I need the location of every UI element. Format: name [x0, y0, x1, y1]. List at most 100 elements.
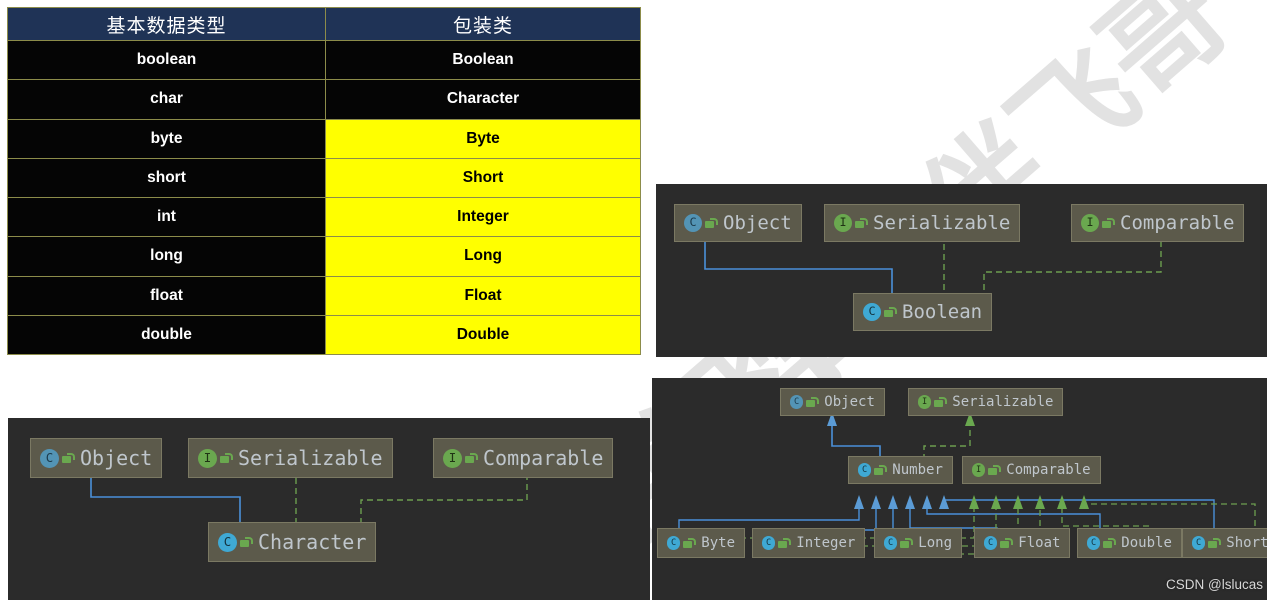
- public-lock-icon: [465, 453, 478, 463]
- cell-primitive: byte: [7, 118, 326, 159]
- cell-primitive: double: [7, 314, 326, 356]
- diagram-node-comparable[interactable]: I Comparable: [962, 456, 1101, 484]
- interface-i-icon: I: [443, 448, 462, 468]
- interface-i-icon: I: [1081, 213, 1100, 233]
- class-c-icon: C: [1087, 536, 1101, 550]
- diagram-node-character[interactable]: C Character: [208, 522, 377, 562]
- public-lock-icon: [884, 307, 898, 317]
- cell-primitive: short: [7, 157, 326, 199]
- table-row: short Short: [7, 157, 641, 199]
- class-c-icon: C: [218, 532, 237, 552]
- diagram-node-number[interactable]: C Number: [848, 456, 953, 484]
- diagram-node-label: Serializable: [952, 394, 1054, 410]
- diagram-node-label: Integer: [796, 535, 856, 551]
- diagram-node-serializable[interactable]: I Serializable: [188, 438, 393, 478]
- class-c-icon: C: [984, 536, 998, 550]
- interface-i-icon: I: [198, 448, 217, 468]
- diagram-node-label: Comparable: [1006, 462, 1091, 478]
- table-row: boolean Boolean: [7, 39, 641, 81]
- public-lock-icon: [1000, 538, 1014, 548]
- public-lock-icon: [855, 218, 869, 228]
- public-lock-icon: [240, 537, 253, 547]
- table-row: float Float: [7, 275, 641, 316]
- cell-primitive: float: [7, 275, 326, 316]
- diagram-node-integer[interactable]: C Integer: [752, 528, 866, 558]
- class-c-icon: C: [790, 395, 804, 409]
- diagram-node-label: Object: [723, 212, 792, 234]
- public-lock-icon: [1102, 218, 1116, 228]
- diagram-node-label: Short: [1226, 535, 1267, 551]
- class-c-icon: C: [684, 213, 703, 233]
- table-row: double Double: [7, 314, 641, 356]
- public-lock-icon: [683, 538, 697, 548]
- class-diagram-number: C Object I Serializable C Number I Comparable C B…: [652, 378, 1267, 600]
- diagram-node-byte[interactable]: C Byte: [657, 528, 746, 558]
- diagram-node-long[interactable]: C Long: [874, 528, 963, 558]
- class-c-icon: C: [667, 536, 681, 550]
- diagram-node-label: Serializable: [238, 446, 383, 470]
- public-lock-icon: [1208, 538, 1222, 548]
- public-lock-icon: [988, 465, 1002, 475]
- cell-primitive: int: [7, 196, 326, 238]
- public-lock-icon: [806, 397, 820, 407]
- cell-primitive: boolean: [7, 39, 326, 81]
- cell-wrapper: Long: [325, 236, 641, 277]
- public-lock-icon: [778, 538, 792, 548]
- diagram-node-object[interactable]: C Object: [780, 388, 885, 416]
- table-row: int Integer: [7, 196, 641, 238]
- column-header-primitive: 基本数据类型: [7, 7, 326, 41]
- diagram-node-serializable[interactable]: I Serializable: [824, 204, 1021, 242]
- diagram-node-float[interactable]: C Float: [974, 528, 1071, 558]
- cell-wrapper: Float: [325, 275, 641, 316]
- diagram-node-label: Serializable: [873, 212, 1011, 234]
- public-lock-icon: [934, 397, 948, 407]
- table-body: boolean Boolean char Character byte Byte short…: [7, 39, 641, 356]
- public-lock-icon: [874, 465, 888, 475]
- cell-wrapper: Boolean: [325, 39, 641, 81]
- cell-wrapper: Byte: [325, 118, 641, 159]
- diagram-node-double[interactable]: C Double: [1077, 528, 1182, 558]
- cell-wrapper: Character: [325, 79, 641, 120]
- public-lock-icon: [705, 218, 719, 228]
- column-header-wrapper: 包装类: [325, 7, 641, 41]
- interface-i-icon: I: [834, 213, 853, 233]
- primitive-wrapper-table: 基本数据类型 包装类 boolean Boolean char Character by…: [7, 7, 641, 356]
- diagram-node-label: Long: [918, 535, 953, 551]
- public-lock-icon: [220, 453, 233, 463]
- interface-i-icon: I: [972, 463, 986, 477]
- cell-primitive: long: [7, 236, 326, 277]
- diagram-node-short[interactable]: C Short: [1182, 528, 1267, 558]
- class-c-icon: C: [858, 463, 872, 477]
- cell-wrapper: Short: [325, 157, 641, 199]
- cell-wrapper: Integer: [325, 196, 641, 238]
- table-header-row: 基本数据类型 包装类: [7, 7, 641, 41]
- diagram-node-label: Double: [1121, 535, 1172, 551]
- diagram-node-object[interactable]: C Object: [674, 204, 802, 242]
- diagram-node-boolean[interactable]: C Boolean: [853, 293, 993, 331]
- diagram-node-label: Comparable: [1120, 212, 1235, 234]
- diagram-node-label: Comparable: [483, 446, 604, 470]
- class-c-icon: C: [40, 448, 59, 468]
- diagram-node-label: Float: [1018, 535, 1061, 551]
- diagram-node-label: Number: [892, 462, 943, 478]
- diagram-node-label: Object: [80, 446, 153, 470]
- public-lock-icon: [900, 538, 914, 548]
- class-diagram-character: C Object I Serializable I Comparable C Characte…: [8, 418, 650, 600]
- class-c-icon: C: [1192, 536, 1206, 550]
- diagram-node-object[interactable]: C Object: [30, 438, 163, 478]
- class-c-icon: C: [863, 302, 882, 322]
- table-row: char Character: [7, 79, 641, 120]
- diagram-node-comparable[interactable]: I Comparable: [433, 438, 614, 478]
- diagram-node-label: Object: [824, 394, 875, 410]
- class-c-icon: C: [762, 536, 776, 550]
- cell-wrapper: Double: [325, 314, 641, 356]
- diagram-node-label: Boolean: [902, 301, 983, 323]
- cell-primitive: char: [7, 79, 326, 120]
- table-row: byte Byte: [7, 118, 641, 159]
- public-lock-icon: [1103, 538, 1117, 548]
- diagram-node-label: Byte: [701, 535, 736, 551]
- diagram-node-comparable[interactable]: I Comparable: [1071, 204, 1245, 242]
- interface-i-icon: I: [918, 395, 932, 409]
- diagram-node-serializable[interactable]: I Serializable: [908, 388, 1064, 416]
- class-diagram-boolean: C Object I Serializable I Comparable C Boolean: [656, 184, 1267, 357]
